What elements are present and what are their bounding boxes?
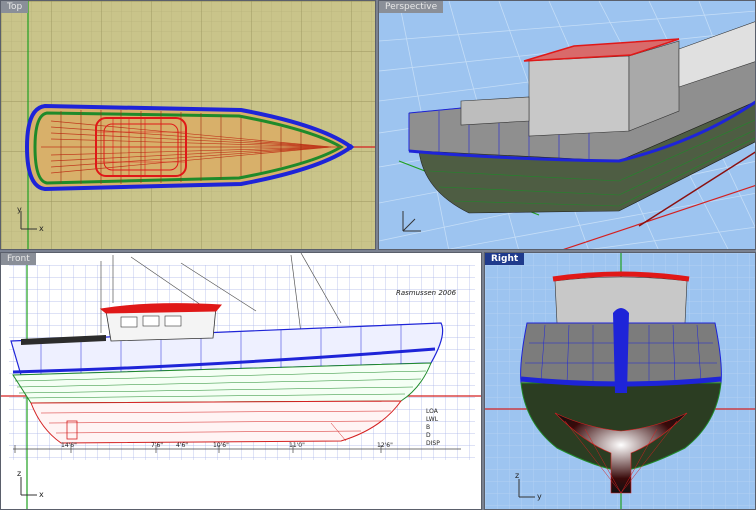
dim-label-3: 4'6" [176, 442, 189, 449]
viewport-title-top[interactable]: Top [1, 1, 29, 13]
axis-gizmo-perspective [402, 211, 421, 232]
dim-label-1: 14'6" [61, 442, 77, 449]
spec-notes: LOA LWL B D DISP [426, 408, 440, 448]
viewport-top[interactable]: Top y x [0, 0, 376, 250]
spec-line: B [426, 424, 431, 431]
spec-line: LWL [426, 416, 439, 423]
dim-label-2: 7'6" [151, 442, 164, 449]
dim-label-4: 10'6" [213, 442, 229, 449]
viewport-title-perspective[interactable]: Perspective [379, 1, 444, 13]
viewport-title-front[interactable]: Front [1, 253, 36, 265]
viewport-title-right[interactable]: Right [485, 253, 525, 265]
dim-label-5: 11'0" [289, 442, 305, 449]
designer-signature: Rasmussen 2006 [396, 289, 457, 297]
axis-label-x: x [39, 224, 44, 233]
viewport-perspective[interactable]: Perspective [378, 0, 756, 250]
perspective-view-canvas [379, 1, 755, 249]
right-view-canvas [485, 253, 755, 509]
axis-label-z-front: z [17, 469, 22, 478]
top-view-canvas [1, 1, 375, 249]
spec-line: D [426, 432, 431, 439]
axis-label-y: y [17, 205, 22, 214]
viewport-right[interactable]: Right z y [484, 252, 756, 510]
axis-label-z-right: z [515, 471, 520, 480]
axis-label-x-front: x [39, 490, 44, 499]
spec-line: LOA [426, 408, 438, 415]
axis-label-y-right: y [537, 492, 542, 501]
viewport-front[interactable]: Front Rasmussen 2006 14'6" 7'6" 4'6" 10'… [0, 252, 482, 510]
spec-line: DISP [426, 440, 440, 447]
dim-label-6: 12'6" [377, 442, 393, 449]
